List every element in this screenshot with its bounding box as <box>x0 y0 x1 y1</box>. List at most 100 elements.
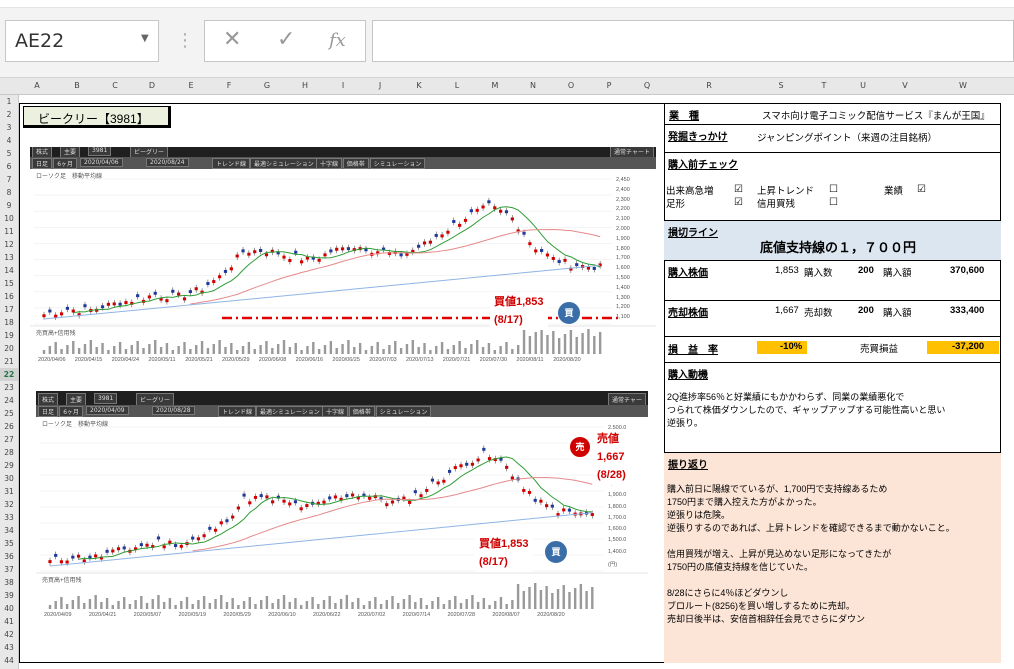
enter-icon[interactable]: ✓ <box>277 27 295 52</box>
sell-amount: 333,400 <box>950 305 985 316</box>
row-header[interactable]: 18 <box>0 316 18 329</box>
stock-chart-2[interactable]: 株式 主要 3981 ビーグリー 通常チャー 日足 6ヶ月 2020/04/09 2020/08… <box>36 391 648 623</box>
row-header[interactable]: 33 <box>0 511 18 524</box>
checkbox-checked-icon[interactable]: ☑ <box>734 184 743 195</box>
row-header[interactable]: 8 <box>0 186 18 199</box>
column-header[interactable]: J <box>379 81 381 90</box>
row-header[interactable]: 29 <box>0 459 18 472</box>
row-header[interactable]: 23 <box>0 381 18 394</box>
candle <box>575 263 579 267</box>
row-header[interactable]: 32 <box>0 498 18 511</box>
row-header[interactable]: 40 <box>0 602 18 615</box>
row-header[interactable]: 4 <box>0 134 18 147</box>
checkbox-unchecked-icon[interactable]: ☐ <box>829 184 838 195</box>
row-header[interactable]: 26 <box>0 420 18 433</box>
row-header[interactable]: 20 <box>0 342 18 355</box>
volume-bar <box>231 598 234 609</box>
row-header[interactable]: 24 <box>0 394 18 407</box>
row-header[interactable]: 17 <box>0 303 18 316</box>
row-header[interactable]: 44 <box>0 654 18 667</box>
column-header[interactable]: N <box>530 81 536 90</box>
column-header[interactable]: O <box>568 81 574 90</box>
checkbox-unchecked-icon[interactable]: ☐ <box>829 197 838 208</box>
row-header[interactable]: 25 <box>0 407 18 420</box>
volume-bar <box>260 600 263 609</box>
row-header[interactable]: 37 <box>0 563 18 576</box>
row-header[interactable]: 22 <box>0 368 18 381</box>
row-header[interactable]: 10 <box>0 212 18 225</box>
row-header[interactable]: 12 <box>0 238 18 251</box>
row-header[interactable]: 2 <box>0 108 18 121</box>
volume-bar <box>282 340 286 354</box>
fx-icon[interactable]: fx <box>329 30 346 51</box>
chevron-down-icon[interactable]: ▼ <box>141 33 149 44</box>
column-header[interactable]: T <box>822 81 827 90</box>
row-header[interactable]: 7 <box>0 173 18 186</box>
row-header[interactable]: 16 <box>0 290 18 303</box>
row-header[interactable]: 19 <box>0 329 18 342</box>
volume-bar <box>388 345 391 354</box>
row-header[interactable]: 38 <box>0 576 18 589</box>
column-header[interactable]: W <box>959 81 967 90</box>
row-header[interactable]: 21 <box>0 355 18 368</box>
drag-handle-icon[interactable]: ⋮ <box>176 30 194 51</box>
volume-bar <box>487 343 491 354</box>
column-header[interactable]: P <box>607 81 612 90</box>
column-header[interactable]: S <box>778 81 783 90</box>
worksheet[interactable]: ビークリー【3981】 業 種 スマホ向け電子コミック配信サービス『まんが王国』… <box>19 95 1014 669</box>
row-header[interactable]: 13 <box>0 251 18 264</box>
row-header[interactable]: 43 <box>0 641 18 654</box>
column-header[interactable]: E <box>188 81 193 90</box>
checkbox-checked-icon[interactable]: ☑ <box>917 184 926 195</box>
row-header[interactable]: 41 <box>0 615 18 628</box>
volume-bar <box>587 329 590 354</box>
column-header[interactable]: V <box>902 81 907 90</box>
column-header[interactable]: R <box>706 81 712 90</box>
row-header[interactable]: 36 <box>0 550 18 563</box>
column-header[interactable]: U <box>860 81 866 90</box>
row-header[interactable]: 30 <box>0 472 18 485</box>
row-header[interactable]: 1 <box>0 95 18 108</box>
candle <box>153 291 157 295</box>
column-header[interactable]: M <box>492 81 499 90</box>
volume-bar <box>345 595 349 609</box>
buy-price-label: 購入株価 <box>668 268 708 279</box>
row-header[interactable]: 9 <box>0 199 18 212</box>
row-header[interactable]: 34 <box>0 524 18 537</box>
column-header[interactable]: Q <box>644 81 650 90</box>
column-header[interactable]: H <box>302 81 308 90</box>
row-header[interactable]: 31 <box>0 485 18 498</box>
candle <box>112 302 116 306</box>
column-header[interactable]: G <box>264 81 270 90</box>
x-tick-label: 2020/06/25 <box>332 357 360 363</box>
volume-bar <box>288 602 291 609</box>
volume-bar <box>183 342 186 354</box>
row-header[interactable]: 15 <box>0 277 18 290</box>
column-header[interactable]: K <box>416 81 421 90</box>
row-header[interactable]: 11 <box>0 225 18 238</box>
column-header[interactable]: D <box>149 81 155 90</box>
column-header[interactable]: L <box>455 81 459 90</box>
row-header[interactable]: 5 <box>0 147 18 160</box>
checkbox-checked-icon[interactable]: ☑ <box>734 197 743 208</box>
column-header[interactable]: A <box>34 81 39 90</box>
row-header[interactable]: 27 <box>0 433 18 446</box>
cancel-icon[interactable]: ✕ <box>223 27 241 52</box>
row-header[interactable]: 42 <box>0 628 18 641</box>
row-header[interactable]: 39 <box>0 589 18 602</box>
column-header[interactable]: I <box>342 81 344 90</box>
row-header[interactable]: 6 <box>0 160 18 173</box>
candle <box>510 476 514 480</box>
candle <box>557 260 561 263</box>
row-header[interactable]: 14 <box>0 264 18 277</box>
column-header[interactable]: B <box>74 81 80 90</box>
name-box[interactable]: AE22 ▼ <box>5 20 159 62</box>
column-header[interactable]: C <box>112 81 118 90</box>
row-header[interactable]: 28 <box>0 446 18 459</box>
row-header[interactable]: 35 <box>0 537 18 550</box>
column-header[interactable]: F <box>227 81 232 90</box>
stock-chart-1[interactable]: 株式 主要 3981 ビーグリー 通常チャート 日足 6ヶ月 2020/04/06 2020/0… <box>30 147 656 368</box>
row-header[interactable]: 3 <box>0 121 18 134</box>
formula-input[interactable] <box>372 20 1014 62</box>
candle <box>522 231 526 235</box>
